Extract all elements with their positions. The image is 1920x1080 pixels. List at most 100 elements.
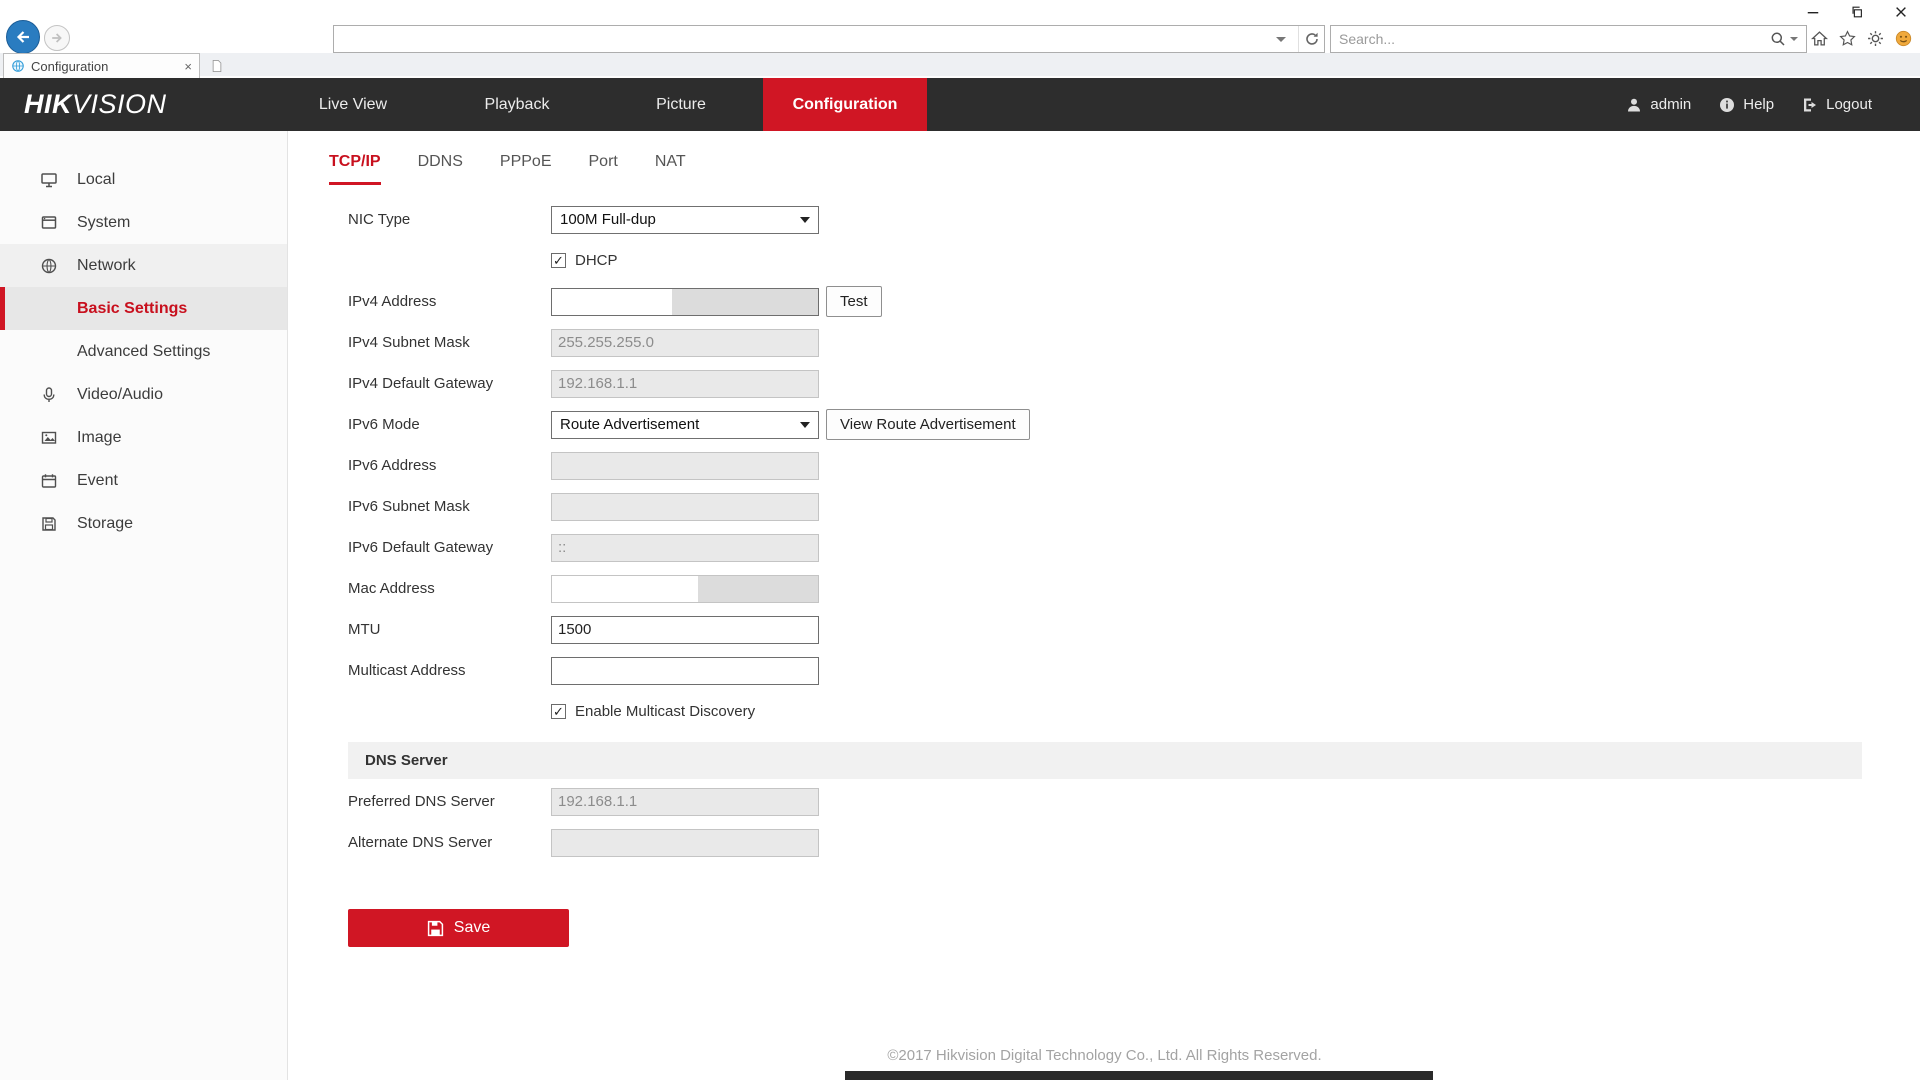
sidebar-item-system[interactable]: System — [0, 201, 287, 244]
help-label: Help — [1743, 96, 1774, 113]
sidebar-item-image[interactable]: Image — [0, 416, 287, 459]
back-arrow-icon — [13, 27, 33, 47]
dns-section-header: DNS Server — [348, 742, 1862, 779]
multicast-discovery-row: Enable Multicast Discovery — [348, 691, 1920, 732]
mac-address-label: Mac Address — [348, 580, 551, 597]
taskbar-sliver — [845, 1071, 1433, 1080]
ipv4-gateway-row: IPv4 Default Gateway — [348, 363, 1920, 404]
settings-tabs: TCP/IP DDNS PPPoE Port NAT — [329, 153, 1920, 185]
dns-form: Preferred DNS Server Alternate DNS Serve… — [348, 781, 1920, 863]
restore-button[interactable] — [1848, 4, 1866, 20]
logo-vision: VISION — [72, 89, 167, 120]
logout-button[interactable]: Logout — [1802, 96, 1872, 113]
save-floppy-icon — [427, 920, 444, 937]
alternate-dns-label: Alternate DNS Server — [348, 834, 551, 851]
multicast-discovery-label: Enable Multicast Discovery — [575, 703, 755, 720]
search-icon[interactable] — [1766, 31, 1790, 47]
new-tab-page-icon — [211, 59, 223, 73]
browser-tab-configuration[interactable]: Configuration × — [3, 53, 200, 78]
ipv6-address-label: IPv6 Address — [348, 457, 551, 474]
sidebar-item-basic-settings[interactable]: Basic Settings — [0, 287, 287, 330]
ipv6-mode-label: IPv6 Mode — [348, 416, 551, 433]
restore-icon — [1850, 5, 1864, 19]
search-box[interactable] — [1330, 25, 1807, 53]
tab-nat[interactable]: NAT — [655, 153, 686, 185]
feedback-smiley-icon[interactable] — [1895, 30, 1912, 47]
mac-address-row: Mac Address — [348, 568, 1920, 609]
multicast-address-row: Multicast Address — [348, 650, 1920, 691]
preferred-dns-row: Preferred DNS Server — [348, 781, 1920, 822]
browser-forward-button[interactable] — [44, 25, 70, 51]
sidebar-item-label: Advanced Settings — [77, 343, 210, 361]
ipv4-gateway-input — [551, 370, 819, 398]
minimize-button[interactable] — [1804, 4, 1822, 20]
sidebar-item-storage[interactable]: Storage — [0, 502, 287, 545]
new-tab-button[interactable] — [204, 55, 230, 76]
nav-configuration[interactable]: Configuration — [763, 78, 927, 131]
multicast-address-input[interactable] — [551, 657, 819, 685]
ipv4-address-redaction — [672, 289, 818, 315]
close-button[interactable] — [1892, 4, 1910, 20]
ipv6-mode-select[interactable]: Route Advertisement — [551, 411, 819, 439]
sidebar-item-label: Video/Audio — [77, 386, 163, 404]
storage-disk-icon — [40, 515, 58, 533]
sidebar-item-event[interactable]: Event — [0, 459, 287, 502]
monitor-icon — [40, 171, 58, 189]
ipv6-address-input — [551, 452, 819, 480]
save-label: Save — [454, 919, 490, 937]
tab-pppoe[interactable]: PPPoE — [500, 153, 552, 185]
ipv4-subnet-input — [551, 329, 819, 357]
ipv6-subnet-input — [551, 493, 819, 521]
ipv6-gateway-input — [551, 534, 819, 562]
current-user: admin — [1626, 96, 1691, 113]
app-header: HIKVISION Live View Playback Picture Con… — [0, 78, 1920, 131]
tab-close-icon[interactable]: × — [184, 60, 192, 73]
sidebar-item-label: Network — [77, 257, 136, 275]
ipv4-address-label: IPv4 Address — [348, 293, 551, 310]
alternate-dns-row: Alternate DNS Server — [348, 822, 1920, 863]
nav-playback[interactable]: Playback — [435, 78, 599, 131]
save-button[interactable]: Save — [348, 909, 569, 947]
tab-ddns[interactable]: DDNS — [418, 153, 463, 185]
nav-live-view[interactable]: Live View — [271, 78, 435, 131]
home-icon[interactable] — [1811, 30, 1828, 47]
ipv6-gateway-label: IPv6 Default Gateway — [348, 539, 551, 556]
calendar-icon — [40, 472, 58, 490]
page-globe-favicon — [11, 59, 25, 73]
window-controls — [1804, 4, 1910, 20]
tab-port[interactable]: Port — [589, 153, 618, 185]
address-dropdown-caret-icon[interactable] — [1276, 37, 1286, 42]
sidebar: Local System Network Basic Settings Adva… — [0, 131, 288, 1080]
search-dropdown-caret-icon[interactable] — [1790, 37, 1798, 41]
sidebar-item-network[interactable]: Network — [0, 244, 287, 287]
browser-back-button[interactable] — [6, 20, 40, 54]
mtu-input[interactable] — [551, 616, 819, 644]
browser-tab-title: Configuration — [31, 59, 178, 74]
settings-gear-icon[interactable] — [1867, 30, 1884, 47]
hikvision-logo[interactable]: HIKVISION — [24, 78, 167, 131]
sidebar-item-advanced-settings[interactable]: Advanced Settings — [0, 330, 287, 373]
ipv4-subnet-row: IPv4 Subnet Mask — [348, 322, 1920, 363]
info-icon — [1719, 97, 1735, 113]
multicast-discovery-checkbox[interactable] — [551, 704, 566, 719]
tab-tcpip[interactable]: TCP/IP — [329, 153, 381, 185]
dhcp-row: DHCP — [348, 240, 1920, 281]
browser-toolbar-icons — [1811, 30, 1912, 47]
view-route-advertisement-button[interactable]: View Route Advertisement — [826, 409, 1030, 440]
mac-address-redaction — [698, 576, 818, 602]
close-icon — [1894, 5, 1908, 19]
sidebar-item-video-audio[interactable]: Video/Audio — [0, 373, 287, 416]
test-button[interactable]: Test — [826, 286, 882, 317]
sidebar-item-local[interactable]: Local — [0, 158, 287, 201]
search-input[interactable] — [1331, 31, 1766, 47]
logo-hik: HIK — [24, 89, 72, 120]
favorites-star-icon[interactable] — [1839, 30, 1856, 47]
nav-picture[interactable]: Picture — [599, 78, 763, 131]
help-button[interactable]: Help — [1719, 96, 1774, 113]
refresh-button[interactable] — [1298, 26, 1324, 52]
address-bar[interactable] — [333, 25, 1325, 53]
ipv4-subnet-label: IPv4 Subnet Mask — [348, 334, 551, 351]
main-nav: Live View Playback Picture Configuration — [271, 78, 927, 131]
nic-type-select[interactable]: 100M Full-dup — [551, 206, 819, 234]
dhcp-checkbox[interactable] — [551, 253, 566, 268]
